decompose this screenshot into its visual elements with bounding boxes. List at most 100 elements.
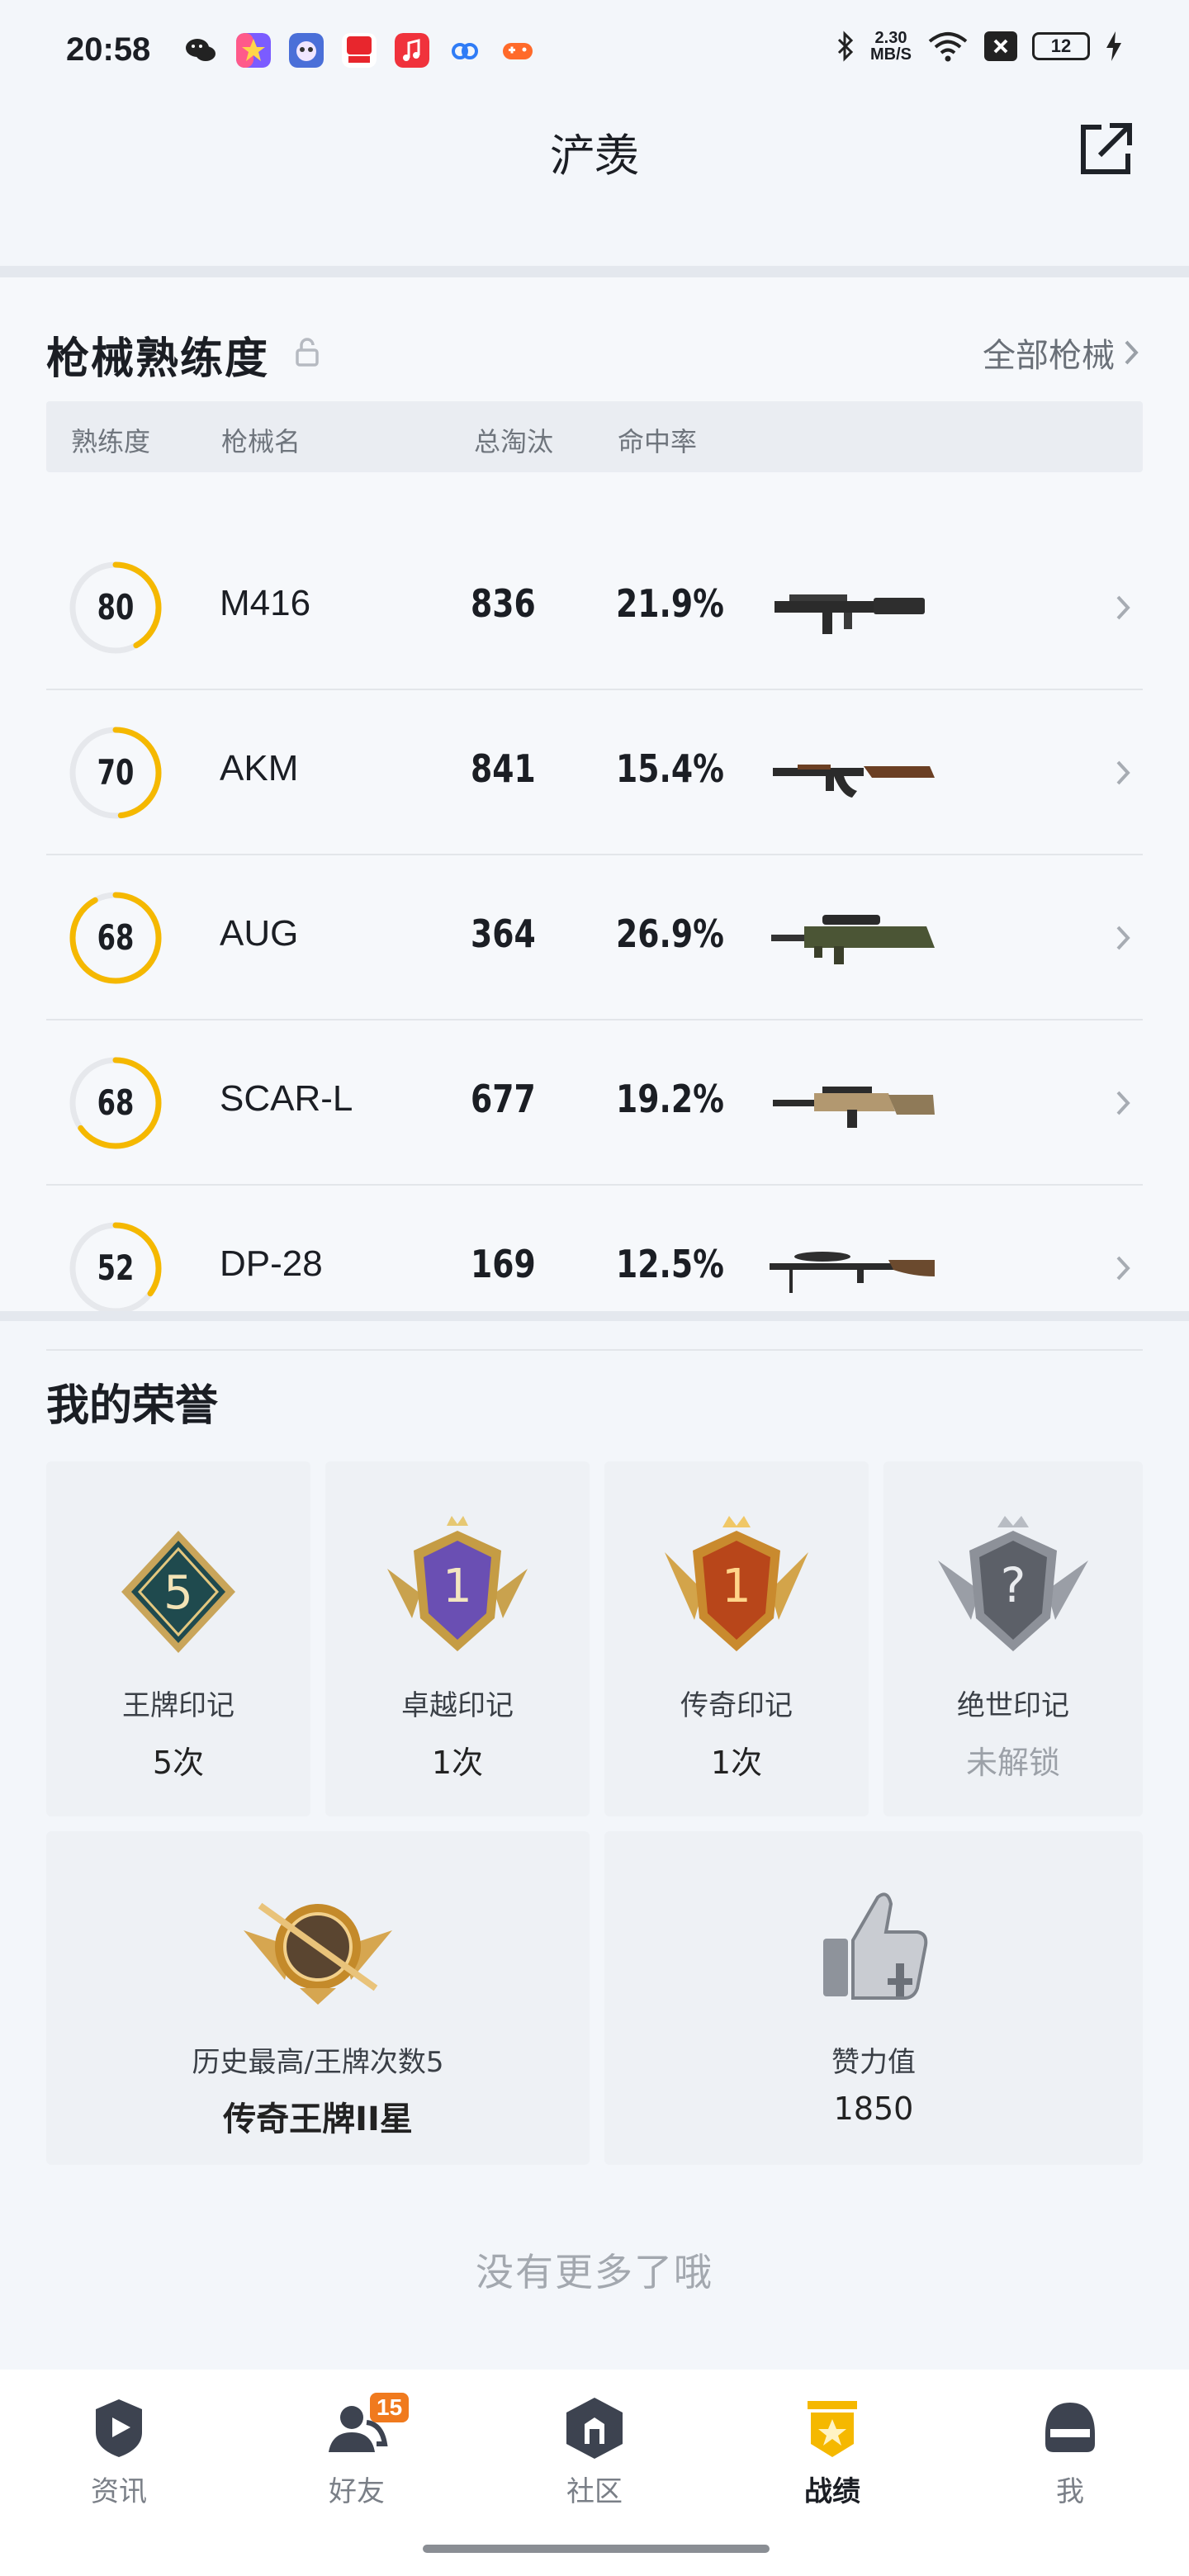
weapon-image (770, 1252, 935, 1293)
honor-card-ace[interactable]: 5 王牌印记 5次 (46, 1461, 310, 1816)
weapon-hit-rate: 21.9% (616, 581, 724, 626)
honor-card-likes[interactable]: 赞力值 1850 (604, 1831, 1143, 2165)
nav-news[interactable]: 资讯 (36, 2394, 201, 2509)
page-header: 浐羡 (0, 99, 1189, 264)
weapon-hit-rate: 15.4% (616, 746, 724, 791)
all-weapons-label: 全部枪械 (983, 337, 1115, 375)
bluetooth-icon (837, 31, 854, 62)
col-mastery: 熟练度 (71, 426, 151, 457)
mastery-value: 70 (97, 752, 135, 793)
excellent-badge-number: 1 (443, 1560, 472, 1613)
weapon-kills: 836 (471, 581, 536, 626)
highest-rank-label: 历史最高/王牌次数5 (192, 2046, 444, 2079)
weapon-row-akm[interactable]: 70 AKM 841 15.4% (46, 690, 1143, 855)
likes-label: 赞力值 (831, 2046, 916, 2079)
col-weapon-name: 枪械名 (221, 426, 301, 457)
section-divider (0, 266, 1189, 277)
weapon-mastery-section: 枪械熟练度 全部枪械 熟练度 枪械名 总淘汰 命中率 80 M416 836 2… (0, 277, 1189, 1351)
profile-helmet-icon (1045, 2403, 1095, 2452)
wechat-icon (186, 39, 216, 61)
weapon-image (775, 594, 925, 634)
status-app-icons (183, 33, 535, 68)
honor-card-peerless[interactable]: ? 绝世印记 未解锁 (883, 1461, 1143, 1816)
nav-label: 我 (1056, 2475, 1084, 2508)
star-app-icon (236, 33, 271, 68)
weapon-image (771, 915, 935, 964)
chevron-right-icon (1116, 760, 1130, 785)
honor-section-title: 我的荣誉 (46, 1381, 219, 1431)
weapon-row-m416[interactable]: 80 M416 836 21.9% (46, 525, 1143, 690)
chevron-right-icon (1116, 1256, 1130, 1281)
weapon-name: SCAR-L (220, 1078, 353, 1119)
home-indicator[interactable] (423, 2545, 770, 2553)
status-bar: 20:58 2.30 MB/S 12 (0, 0, 1189, 99)
ace-badge-number: 5 (163, 1566, 193, 1620)
weapon-kills: 364 (471, 912, 536, 956)
section-divider (0, 1311, 1189, 1321)
mastery-value: 80 (97, 587, 135, 627)
mastery-value: 68 (97, 917, 135, 958)
network-speed-unit: MB/S (870, 45, 912, 64)
thumbs-up-icon (823, 1892, 928, 2000)
nav-profile[interactable]: 我 (988, 2394, 1153, 2509)
friends-badge: 15 (370, 2393, 410, 2422)
excellent-badge-icon: 1 (387, 1516, 528, 1651)
weapon-image (773, 1087, 935, 1128)
status-indicators: 2.30 MB/S 12 (836, 30, 1123, 63)
highest-rank-badge-icon (244, 1902, 392, 2005)
weapon-kills: 169 (471, 1242, 536, 1286)
cloud-app-icon (452, 43, 478, 59)
peerless-badge-number: ? (1001, 1557, 1026, 1613)
nav-label: 社区 (566, 2475, 623, 2508)
weapon-hit-rate: 12.5% (616, 1242, 724, 1286)
weapon-table-header: 熟练度 枪械名 总淘汰 命中率 (46, 401, 1143, 472)
mastery-value: 68 (97, 1082, 135, 1123)
likes-value: 1850 (833, 2091, 914, 2127)
weapon-name: AUG (220, 913, 299, 954)
honor-card-excellent[interactable]: 1 卓越印记 1次 (325, 1461, 590, 1816)
col-kills: 总淘汰 (474, 426, 554, 457)
honor-card-name: 王牌印记 (122, 1689, 234, 1722)
peerless-badge-icon: ? (938, 1516, 1088, 1651)
weapon-name: DP-28 (220, 1243, 323, 1284)
weapon-image (773, 765, 935, 798)
honor-card-value: 1次 (431, 1745, 484, 1781)
honor-card-value: 1次 (710, 1745, 763, 1781)
chevron-right-icon (1116, 595, 1130, 620)
game-controller-icon (503, 43, 533, 59)
wifi-icon (928, 32, 968, 62)
weapon-row-scar-l[interactable]: 68 SCAR-L 677 19.2% (46, 1020, 1143, 1186)
all-weapons-link[interactable]: 全部枪械 (983, 329, 1139, 376)
legend-badge-icon: 1 (665, 1516, 808, 1651)
community-icon (566, 2398, 623, 2459)
network-speed: 2.30 MB/S (870, 30, 912, 63)
nav-label: 资讯 (91, 2475, 147, 2508)
page-title: 浐羡 (550, 130, 639, 182)
status-time: 20:58 (66, 31, 151, 68)
nav-community[interactable]: 社区 (512, 2394, 677, 2509)
honor-card-name: 传奇印记 (680, 1689, 793, 1722)
nav-record[interactable]: 战绩 (750, 2394, 915, 2509)
share-icon[interactable] (1073, 116, 1139, 182)
mastery-value: 52 (97, 1248, 135, 1288)
news-app-icon (342, 33, 377, 68)
weapon-section-title: 枪械熟练度 (46, 334, 270, 384)
honor-card-legend[interactable]: 1 传奇印记 1次 (604, 1461, 869, 1816)
nav-label: 战绩 (804, 2475, 860, 2508)
honor-card-highest-rank[interactable]: 历史最高/王牌次数5 传奇王牌II星 (46, 1831, 590, 2165)
nav-label: 好友 (329, 2475, 385, 2508)
weapon-row-aug[interactable]: 68 AUG 364 26.9% (46, 855, 1143, 1020)
network-speed-value: 2.30 (874, 29, 907, 47)
record-icon (808, 2401, 857, 2457)
weapon-kills: 841 (471, 746, 536, 791)
lock-icon[interactable] (294, 337, 320, 367)
weapon-row-dp-28[interactable]: 52 DP-28 169 12.5% (46, 1186, 1143, 1351)
chevron-right-icon (1125, 340, 1139, 365)
nav-friends[interactable]: 15 好友 (274, 2393, 439, 2509)
weapon-hit-rate: 19.2% (616, 1077, 724, 1121)
game-app-icon (289, 33, 324, 68)
music-app-icon (395, 33, 429, 68)
end-of-list-note: 没有更多了哦 (476, 2250, 713, 2294)
news-icon (96, 2399, 142, 2457)
honor-card-value: 5次 (152, 1745, 205, 1781)
